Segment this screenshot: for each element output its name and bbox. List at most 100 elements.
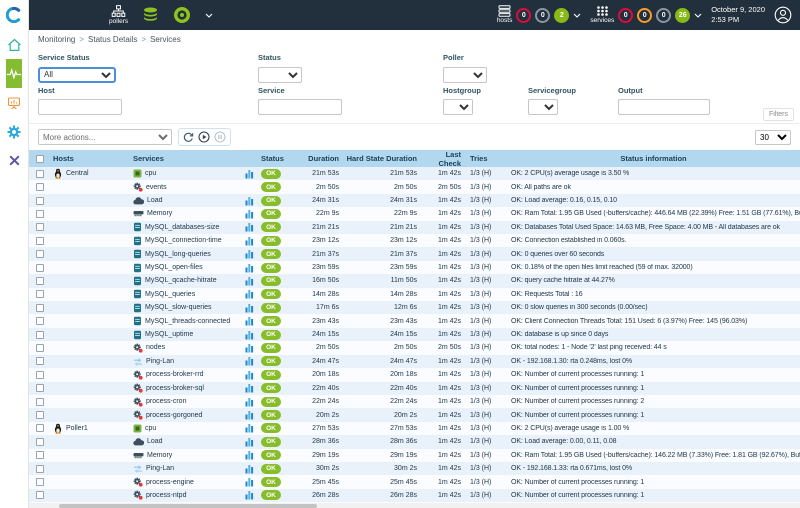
database-stack-icon[interactable] xyxy=(142,7,159,23)
service-name[interactable]: process-cron xyxy=(146,398,186,405)
service-name[interactable]: MySQL_queries xyxy=(145,291,195,298)
graph-icon[interactable] xyxy=(245,249,261,259)
status-counter-down[interactable]: 0 xyxy=(516,8,531,23)
graph-icon[interactable] xyxy=(245,356,261,366)
status-counter-ok[interactable]: 26 xyxy=(675,8,690,23)
breadcrumb-monitoring[interactable]: Monitoring xyxy=(38,35,75,44)
graph-icon[interactable] xyxy=(245,477,261,487)
service-name[interactable]: MySQL_uptime xyxy=(145,331,193,338)
service-name[interactable]: cpu xyxy=(145,425,156,432)
hostgroup-select[interactable] xyxy=(443,99,473,115)
column-duration[interactable]: Duration xyxy=(297,154,343,163)
host-name[interactable]: Central xyxy=(66,170,89,177)
row-checkbox[interactable] xyxy=(36,371,44,379)
graph-icon[interactable] xyxy=(245,209,261,219)
service-status-select[interactable]: All xyxy=(38,67,116,83)
row-checkbox[interactable] xyxy=(36,264,44,272)
row-checkbox[interactable] xyxy=(36,317,44,325)
poller-select[interactable] xyxy=(443,67,487,83)
service-input[interactable] xyxy=(258,99,342,115)
service-name[interactable]: process-broker-sql xyxy=(146,385,204,392)
column-status-information[interactable]: Status information xyxy=(507,154,800,163)
graph-icon[interactable] xyxy=(245,450,261,460)
service-name[interactable]: process-ntpd xyxy=(146,492,186,499)
row-checkbox[interactable] xyxy=(36,357,44,365)
service-name[interactable]: Ping-Lan xyxy=(146,358,174,365)
row-checkbox[interactable] xyxy=(36,237,44,245)
pause-icon[interactable] xyxy=(214,131,226,143)
row-checkbox[interactable] xyxy=(36,451,44,459)
breadcrumb-services[interactable]: Services xyxy=(150,35,181,44)
graph-icon[interactable] xyxy=(245,236,261,246)
row-checkbox[interactable] xyxy=(36,438,44,446)
centreon-logo[interactable] xyxy=(0,0,28,30)
service-name[interactable]: MySQL_open-files xyxy=(145,264,203,271)
chevron-down-icon[interactable] xyxy=(694,13,702,18)
gorgone-target-icon[interactable] xyxy=(173,6,191,24)
status-counter-neutral[interactable]: 0 xyxy=(535,8,550,23)
graph-icon[interactable] xyxy=(245,437,261,447)
row-checkbox[interactable] xyxy=(36,411,44,419)
graph-icon[interactable] xyxy=(245,410,261,420)
status-counter-neutral[interactable]: 0 xyxy=(656,8,671,23)
service-name[interactable]: MySQL_slow-queries xyxy=(145,304,212,311)
service-name[interactable]: events xyxy=(146,184,167,191)
service-name[interactable]: process-gorgoned xyxy=(146,412,202,419)
graph-icon[interactable] xyxy=(245,222,261,232)
filters-button[interactable]: Filters xyxy=(763,108,794,121)
row-checkbox[interactable] xyxy=(36,344,44,352)
status-counter-ok[interactable]: 2 xyxy=(554,8,569,23)
graph-icon[interactable] xyxy=(245,330,261,340)
row-checkbox[interactable] xyxy=(36,197,44,205)
row-checkbox[interactable] xyxy=(36,210,44,218)
service-name[interactable]: Ping-Lan xyxy=(146,465,174,472)
graph-icon[interactable] xyxy=(245,169,261,179)
service-name[interactable]: process-broker-rrd xyxy=(146,371,204,378)
host-name[interactable]: Poller1 xyxy=(66,425,88,432)
refresh-icon[interactable] xyxy=(183,132,194,143)
chevron-down-icon[interactable] xyxy=(573,13,581,18)
sidebar-item-home[interactable] xyxy=(6,30,22,59)
column-hard-state-duration[interactable]: Hard State Duration xyxy=(343,154,421,163)
row-checkbox[interactable] xyxy=(36,223,44,231)
graph-icon[interactable] xyxy=(245,397,261,407)
graph-icon[interactable] xyxy=(245,276,261,286)
row-checkbox[interactable] xyxy=(36,183,44,191)
breadcrumb-status-details[interactable]: Status Details xyxy=(88,35,137,44)
service-name[interactable]: MySQL_qcache-hitrate xyxy=(145,277,217,284)
row-checkbox[interactable] xyxy=(36,465,44,473)
row-checkbox[interactable] xyxy=(36,277,44,285)
scrollbar-thumb[interactable] xyxy=(59,504,317,508)
row-checkbox[interactable] xyxy=(36,478,44,486)
row-checkbox[interactable] xyxy=(36,424,44,432)
more-actions-select[interactable]: More actions... xyxy=(38,129,172,145)
graph-icon[interactable] xyxy=(245,263,261,273)
status-counter-down[interactable]: 0 xyxy=(618,8,633,23)
row-checkbox[interactable] xyxy=(36,170,44,178)
service-name[interactable]: MySQL_connection-time xyxy=(145,237,222,244)
play-icon[interactable] xyxy=(198,131,210,143)
graph-icon[interactable] xyxy=(245,423,261,433)
row-checkbox[interactable] xyxy=(36,304,44,312)
row-checkbox[interactable] xyxy=(36,250,44,258)
service-name[interactable]: MySQL_threads-connected xyxy=(145,318,230,325)
pollers-status[interactable]: pollers xyxy=(109,5,128,26)
chevron-down-icon[interactable] xyxy=(205,13,213,18)
output-input[interactable] xyxy=(618,99,710,115)
row-checkbox[interactable] xyxy=(36,331,44,339)
service-name[interactable]: cpu xyxy=(145,170,156,177)
column-status[interactable]: Status xyxy=(261,154,297,163)
status-select[interactable] xyxy=(258,67,302,83)
sidebar-item-reporting[interactable] xyxy=(6,88,22,117)
column-services[interactable]: Services xyxy=(133,154,245,163)
graph-icon[interactable] xyxy=(245,316,261,326)
service-name[interactable]: Memory xyxy=(147,452,172,459)
column-last-check[interactable]: Last Check xyxy=(421,150,465,168)
page-size-select[interactable]: 30 xyxy=(755,130,791,145)
service-name[interactable]: process-engine xyxy=(146,479,194,486)
row-checkbox[interactable] xyxy=(36,491,44,499)
graph-icon[interactable] xyxy=(245,490,261,500)
service-name[interactable]: Memory xyxy=(147,210,172,217)
column-tries[interactable]: Tries xyxy=(465,154,507,163)
service-name[interactable]: Load xyxy=(147,438,163,445)
